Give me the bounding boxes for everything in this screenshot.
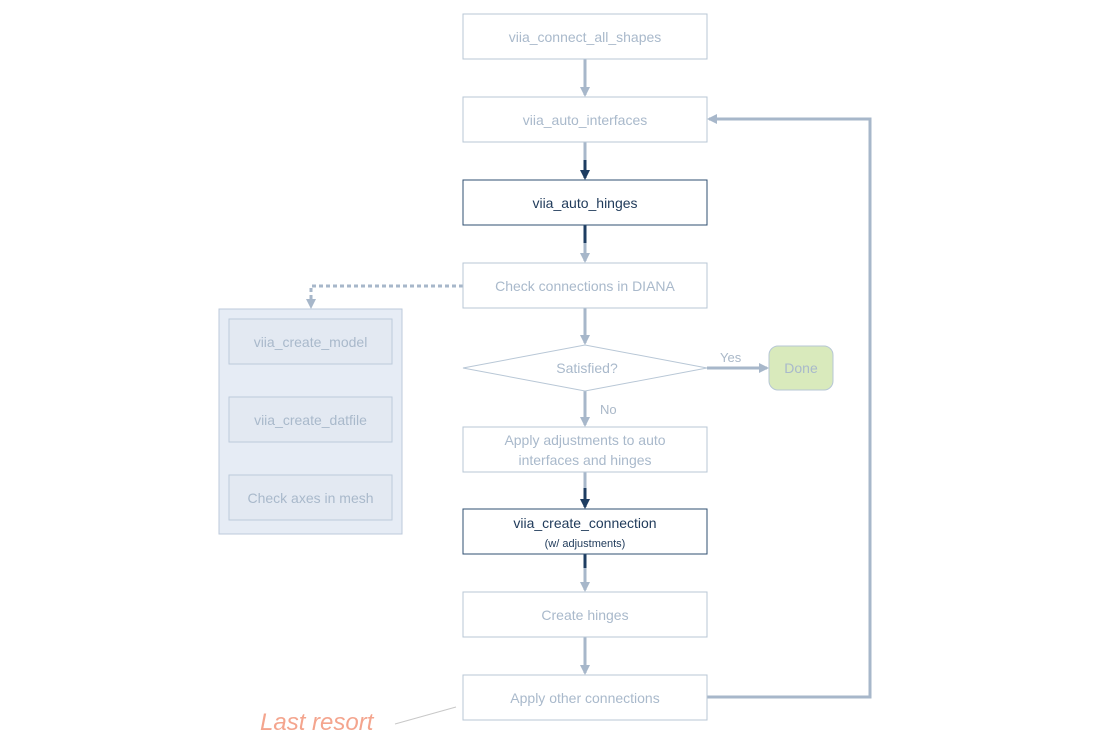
- node-create-hinges[interactable]: Create hinges: [462, 591, 708, 638]
- node-connect-all-shapes[interactable]: viia_connect_all_shapes: [462, 13, 708, 60]
- annotation-last-resort: Last resort: [260, 709, 375, 736]
- flowchart: viia_create_model viia_create_datfile Ch…: [218, 13, 872, 736]
- node-sublabel: (w/ adjustments): [545, 538, 626, 550]
- edge-label-no: No: [600, 402, 617, 417]
- side-item-create-datfile[interactable]: viia_create_datfile: [228, 396, 393, 443]
- node-label: Check connections in DIANA: [495, 278, 675, 294]
- node-label: viia_connect_all_shapes: [509, 29, 662, 45]
- side-item-label: Check axes in mesh: [247, 490, 373, 506]
- side-item-label: viia_create_datfile: [254, 412, 367, 428]
- node-apply-adjustments[interactable]: Apply adjustments to auto interfaces and…: [462, 426, 708, 473]
- node-label-line-2: interfaces and hinges: [518, 452, 651, 468]
- node-label: viia_auto_interfaces: [523, 112, 648, 128]
- side-item-check-axes[interactable]: Check axes in mesh: [228, 474, 393, 521]
- decision-label: Satisfied?: [556, 360, 618, 376]
- node-label: viia_auto_hinges: [532, 195, 637, 211]
- node-done[interactable]: Done: [768, 345, 834, 391]
- node-auto-hinges[interactable]: viia_auto_hinges: [462, 179, 708, 226]
- node-label: Done: [784, 360, 818, 376]
- node-label: viia_create_connection: [513, 515, 656, 531]
- side-item-create-model[interactable]: viia_create_model: [228, 318, 393, 365]
- node-check-connections[interactable]: Check connections in DIANA: [462, 262, 708, 309]
- node-label: Apply other connections: [510, 690, 659, 706]
- decision-satisfied[interactable]: Satisfied?: [462, 344, 708, 392]
- side-item-label: viia_create_model: [254, 334, 368, 350]
- node-label-line-1: Apply adjustments to auto: [504, 432, 665, 448]
- side-group: viia_create_model viia_create_datfile Ch…: [218, 308, 403, 535]
- node-label: Create hinges: [541, 607, 628, 623]
- node-create-connection[interactable]: viia_create_connection (w/ adjustments): [462, 508, 708, 555]
- edge-label-yes: Yes: [720, 350, 742, 365]
- arrow-loop-back-to-interfaces: [707, 114, 872, 699]
- node-apply-other[interactable]: Apply other connections: [462, 674, 708, 721]
- annotation-leader-line: [394, 706, 457, 725]
- node-auto-interfaces[interactable]: viia_auto_interfaces: [462, 96, 708, 143]
- dashed-arrow-check-to-side-group: [306, 284, 463, 309]
